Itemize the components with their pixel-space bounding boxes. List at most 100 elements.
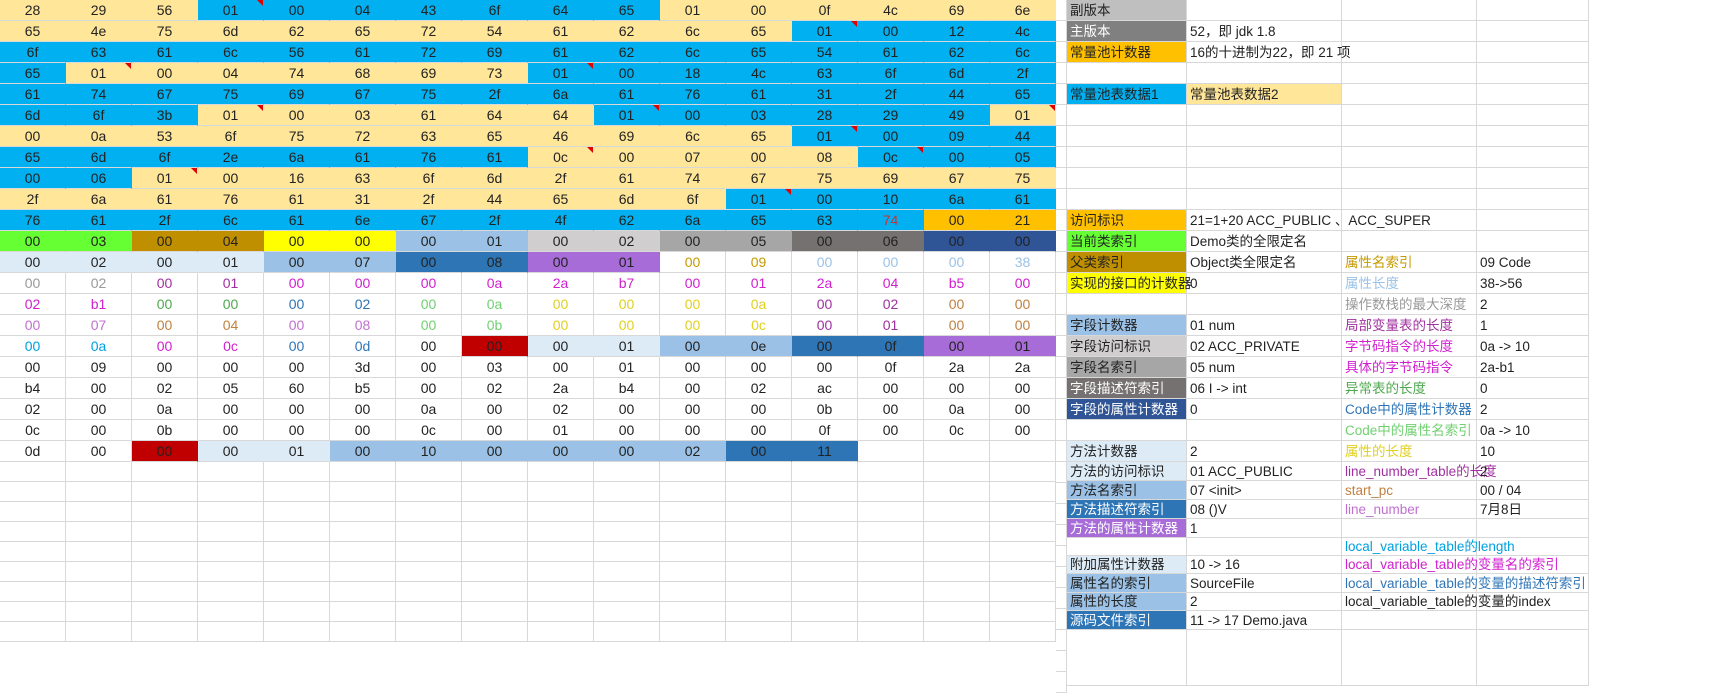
- hex-cell[interactable]: 2f: [462, 210, 528, 231]
- legend-value[interactable]: [1187, 126, 1342, 147]
- hex-cell[interactable]: 00: [660, 273, 726, 294]
- legend-sub-label[interactable]: 局部变量表的长度: [1342, 315, 1477, 336]
- empty-cell[interactable]: [66, 582, 132, 602]
- empty-cell[interactable]: [660, 582, 726, 602]
- legend-sub-value[interactable]: 09 Code: [1477, 252, 1589, 273]
- hex-cell[interactable]: 01: [792, 126, 858, 147]
- legend-label[interactable]: [1067, 420, 1187, 441]
- hex-cell[interactable]: 00: [924, 315, 990, 336]
- empty-cell[interactable]: [462, 582, 528, 602]
- hex-cell[interactable]: 21: [990, 210, 1056, 231]
- empty-cell[interactable]: [132, 462, 198, 482]
- empty-cell[interactable]: [462, 542, 528, 562]
- empty-cell[interactable]: [66, 522, 132, 542]
- hex-cell[interactable]: 0a: [66, 126, 132, 147]
- empty-cell[interactable]: [726, 622, 792, 642]
- hex-cell[interactable]: 00: [198, 294, 264, 315]
- hex-cell[interactable]: 60: [264, 378, 330, 399]
- hex-cell[interactable]: 6d: [924, 63, 990, 84]
- hex-cell[interactable]: 65: [330, 21, 396, 42]
- hex-cell[interactable]: 6a: [264, 147, 330, 168]
- hex-cell[interactable]: 6a: [660, 210, 726, 231]
- hex-cell[interactable]: 00: [0, 252, 66, 273]
- empty-cell[interactable]: [792, 462, 858, 482]
- hex-cell[interactable]: 00: [726, 441, 792, 462]
- hex-cell[interactable]: 69: [462, 42, 528, 63]
- hex-cell[interactable]: 02: [132, 378, 198, 399]
- hex-cell[interactable]: 72: [396, 42, 462, 63]
- legend-value[interactable]: SourceFile: [1187, 574, 1342, 593]
- empty-cell[interactable]: [924, 482, 990, 502]
- hex-cell[interactable]: 0a: [726, 294, 792, 315]
- legend-label[interactable]: [1067, 294, 1187, 315]
- empty-cell[interactable]: [0, 602, 66, 622]
- hex-cell[interactable]: b5: [924, 273, 990, 294]
- hex-cell[interactable]: 02: [0, 399, 66, 420]
- hex-cell[interactable]: 00: [0, 231, 66, 252]
- hex-cell[interactable]: 02: [726, 378, 792, 399]
- hex-cell[interactable]: 4c: [858, 0, 924, 21]
- hex-cell[interactable]: 08: [792, 147, 858, 168]
- empty-cell[interactable]: [198, 582, 264, 602]
- empty-cell[interactable]: [924, 582, 990, 602]
- hex-cell[interactable]: 03: [726, 105, 792, 126]
- legend-sub-value[interactable]: [1477, 611, 1589, 630]
- empty-cell[interactable]: [396, 482, 462, 502]
- hex-cell[interactable]: 07: [66, 315, 132, 336]
- hex-cell[interactable]: 00: [66, 378, 132, 399]
- legend-sub-value[interactable]: [1477, 168, 1589, 189]
- empty-cell[interactable]: [0, 582, 66, 602]
- legend-label[interactable]: 字段访问标识: [1067, 336, 1187, 357]
- hex-cell[interactable]: 0f: [792, 0, 858, 21]
- hex-cell[interactable]: 00: [132, 231, 198, 252]
- empty-cell[interactable]: [594, 462, 660, 482]
- hex-cell[interactable]: 75: [792, 168, 858, 189]
- hex-cell[interactable]: 61: [330, 147, 396, 168]
- hex-cell[interactable]: 76: [198, 189, 264, 210]
- empty-cell[interactable]: [660, 602, 726, 622]
- hex-cell[interactable]: 00: [990, 399, 1056, 420]
- hex-cell[interactable]: 01: [594, 336, 660, 357]
- legend-sub-value[interactable]: 00 / 04: [1477, 481, 1589, 500]
- hex-cell[interactable]: 0c: [0, 420, 66, 441]
- hex-cell[interactable]: 67: [132, 84, 198, 105]
- empty-cell[interactable]: [792, 582, 858, 602]
- empty-cell[interactable]: [990, 482, 1056, 502]
- hex-cell[interactable]: 69: [396, 63, 462, 84]
- hex-cell[interactable]: 00: [792, 231, 858, 252]
- legend-value[interactable]: 52，即 jdk 1.8: [1187, 21, 1342, 42]
- hex-cell[interactable]: 00: [660, 357, 726, 378]
- hex-cell[interactable]: 00: [132, 441, 198, 462]
- legend-sub-label[interactable]: [1342, 519, 1477, 538]
- empty-cell[interactable]: [594, 562, 660, 582]
- legend-label[interactable]: 方法描述符索引: [1067, 500, 1187, 519]
- hex-cell[interactable]: 00: [132, 315, 198, 336]
- hex-cell[interactable]: 6a: [66, 189, 132, 210]
- hex-cell[interactable]: 65: [726, 210, 792, 231]
- legend-label[interactable]: 字段的属性计数器: [1067, 399, 1187, 420]
- hex-cell[interactable]: 00: [594, 399, 660, 420]
- hex-cell[interactable]: 09: [66, 357, 132, 378]
- hex-cell[interactable]: 03: [330, 105, 396, 126]
- hex-cell[interactable]: 63: [792, 63, 858, 84]
- legend-value[interactable]: [1187, 0, 1342, 21]
- empty-cell[interactable]: [726, 482, 792, 502]
- hex-cell[interactable]: 00: [726, 399, 792, 420]
- hex-cell[interactable]: 4c: [726, 63, 792, 84]
- hex-cell[interactable]: 6f: [0, 42, 66, 63]
- hex-cell[interactable]: 2f: [396, 189, 462, 210]
- hex-cell[interactable]: 31: [792, 84, 858, 105]
- hex-cell[interactable]: 00: [792, 189, 858, 210]
- legend-value[interactable]: 08 ()V: [1187, 500, 1342, 519]
- empty-cell[interactable]: [132, 502, 198, 522]
- hex-cell[interactable]: 01: [264, 441, 330, 462]
- legend-value[interactable]: 01 ACC_PUBLIC: [1187, 462, 1342, 481]
- empty-cell[interactable]: [660, 482, 726, 502]
- legend-label[interactable]: 当前类索引: [1067, 231, 1187, 252]
- hex-cell[interactable]: 00: [660, 105, 726, 126]
- hex-cell[interactable]: 04: [198, 63, 264, 84]
- hex-cell[interactable]: 00: [924, 336, 990, 357]
- hex-cell[interactable]: 01: [594, 357, 660, 378]
- hex-cell[interactable]: 54: [792, 42, 858, 63]
- empty-cell[interactable]: [330, 462, 396, 482]
